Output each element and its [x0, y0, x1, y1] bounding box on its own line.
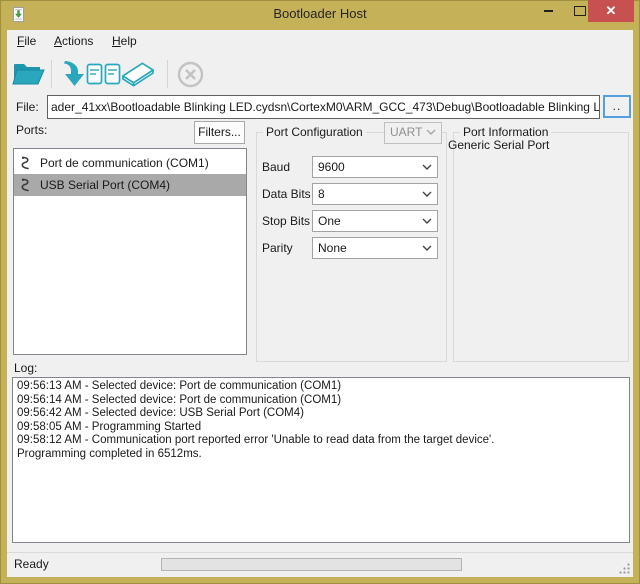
close-button[interactable]: ✕ — [588, 0, 634, 22]
stop-bits-value: One — [318, 214, 341, 228]
close-icon: ✕ — [606, 3, 617, 19]
protocol-value: UART — [390, 125, 422, 139]
menu-file[interactable]: File — [10, 30, 43, 52]
bootloader-host-window: Bootloader Host ✕ File Actions Help — [0, 0, 640, 584]
minimize-icon — [544, 10, 553, 12]
port-item-label: USB Serial Port (COM4) — [40, 178, 170, 192]
erase-button[interactable] — [119, 57, 155, 91]
ports-list[interactable]: Port de communication (COM1) USB Serial … — [13, 148, 247, 355]
protocol-dropdown: UART — [384, 122, 442, 144]
progress-bar — [161, 558, 462, 571]
toolbar-separator — [51, 60, 52, 88]
eraser-icon — [119, 60, 155, 89]
port-item-com4[interactable]: USB Serial Port (COM4) — [14, 174, 246, 196]
chevron-down-icon — [422, 164, 432, 170]
program-arrow-icon — [58, 59, 86, 89]
maximize-icon — [574, 6, 586, 16]
stop-bits-dropdown[interactable]: One — [312, 210, 438, 232]
chevron-down-icon — [422, 245, 432, 251]
data-bits-value: 8 — [318, 187, 325, 201]
menu-help[interactable]: Help — [105, 30, 144, 52]
log-line: 09:58:05 AM - Programming Started — [17, 421, 625, 435]
abort-icon — [177, 61, 204, 88]
port-information-group: Port Information — [453, 132, 629, 362]
port-configuration-title: Port Configuration — [263, 126, 366, 139]
stop-bits-label: Stop Bits — [262, 210, 312, 232]
verify-documents-icon — [86, 62, 121, 87]
client-area: File Actions Help — [7, 30, 633, 577]
chevron-down-icon — [426, 129, 436, 135]
toolbar-separator — [167, 60, 168, 88]
status-bar: Ready — [7, 552, 633, 577]
menu-actions[interactable]: Actions — [47, 30, 100, 52]
port-information-text: Generic Serial Port — [448, 138, 549, 152]
parity-value: None — [318, 241, 347, 255]
resize-grip[interactable] — [618, 562, 631, 575]
parity-label: Parity — [262, 237, 312, 259]
file-label: File: — [16, 100, 39, 114]
log-line: Programming completed in 6512ms. — [17, 448, 625, 462]
log-line: 09:56:13 AM - Selected device: Port de c… — [17, 380, 625, 394]
open-folder-icon — [12, 61, 45, 87]
log-output[interactable]: 09:56:13 AM - Selected device: Port de c… — [12, 377, 630, 543]
port-item-label: Port de communication (COM1) — [40, 156, 209, 170]
log-line: 09:56:14 AM - Selected device: Port de c… — [17, 394, 625, 408]
file-path-input[interactable]: ader_41xx\Bootloadable Blinking LED.cyds… — [47, 95, 600, 119]
data-bits-label: Data Bits — [262, 183, 312, 205]
abort-button — [172, 57, 208, 91]
filters-button[interactable]: Filters... — [194, 121, 245, 144]
log-line: 09:56:42 AM - Selected device: USB Seria… — [17, 407, 625, 421]
chevron-down-icon — [422, 218, 432, 224]
status-text: Ready — [14, 553, 49, 576]
baud-dropdown[interactable]: 9600 — [312, 156, 438, 178]
chevron-down-icon — [422, 191, 432, 197]
serial-port-icon — [19, 156, 33, 171]
verify-button[interactable] — [85, 57, 121, 91]
log-line: 09:58:12 AM - Communication port reporte… — [17, 434, 625, 448]
titlebar[interactable]: Bootloader Host ✕ — [0, 0, 640, 30]
open-file-button[interactable] — [10, 57, 46, 91]
minimize-button[interactable] — [536, 0, 560, 22]
baud-value: 9600 — [318, 160, 345, 174]
baud-label: Baud — [262, 156, 312, 178]
browse-button[interactable]: .. — [603, 95, 631, 118]
port-item-com1[interactable]: Port de communication (COM1) — [14, 152, 246, 174]
parity-dropdown[interactable]: None — [312, 237, 438, 259]
ports-label: Ports: — [16, 123, 47, 137]
log-label: Log: — [14, 361, 37, 375]
serial-port-icon — [19, 178, 33, 193]
menu-bar: File Actions Help — [7, 30, 633, 52]
data-bits-dropdown[interactable]: 8 — [312, 183, 438, 205]
